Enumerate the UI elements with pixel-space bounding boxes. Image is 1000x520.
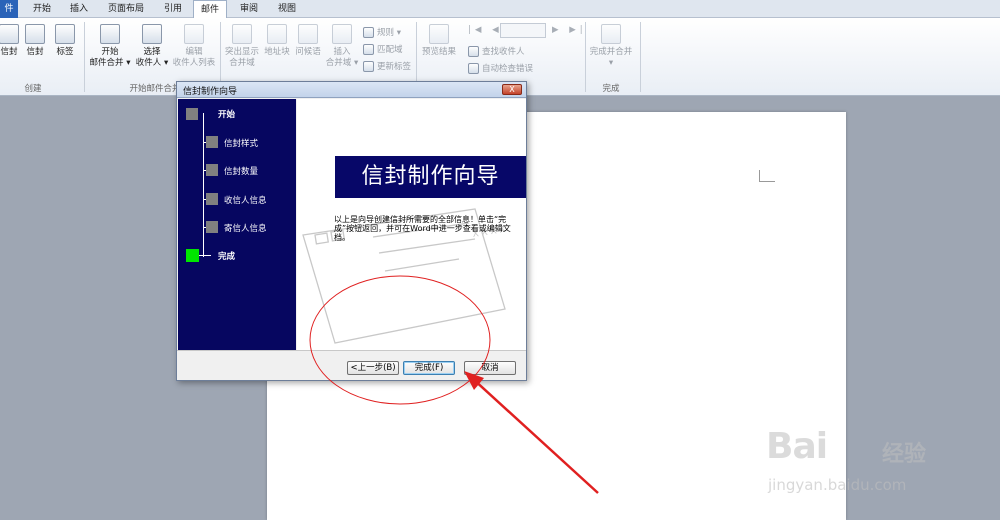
highlight-ellipse <box>309 275 491 405</box>
pointer-arrow-shaft <box>471 377 599 494</box>
baidu-watermark: Bai 经验 jingyan.baidu.com <box>766 426 966 506</box>
baidu-logo: Bai <box>766 426 828 467</box>
baidu-logo-jingyan: 经验 <box>882 442 927 467</box>
baidu-watermark-url: jingyan.baidu.com <box>768 476 907 494</box>
